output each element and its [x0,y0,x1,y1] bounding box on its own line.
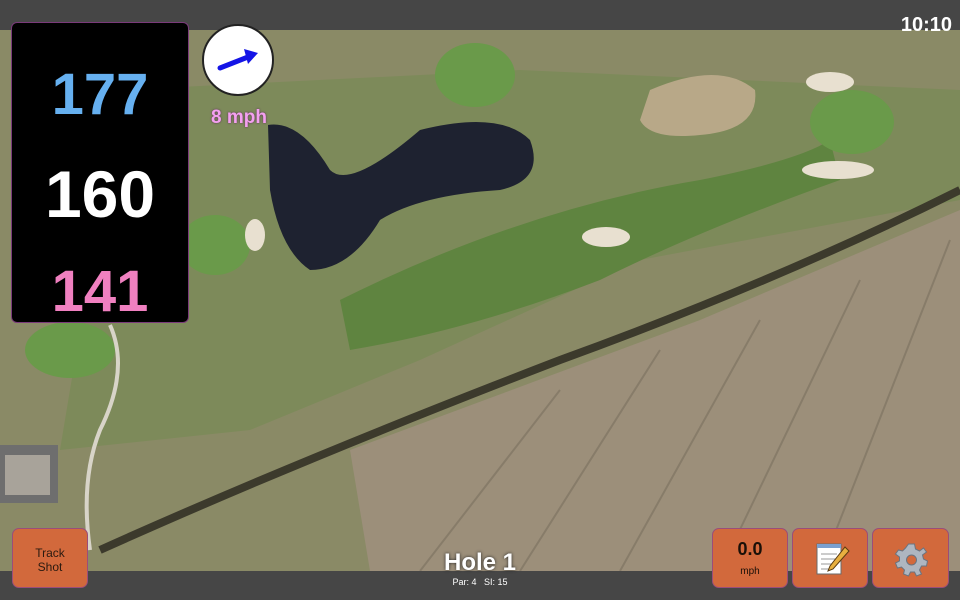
back-distance: 177 [51,62,149,127]
gear-icon [894,543,929,577]
speed-unit: mph [740,566,760,577]
notepad-icon [816,543,850,575]
notes-button[interactable] [792,528,868,588]
si-label: SI: 15 [484,577,508,587]
settings-button[interactable] [872,528,949,588]
clock: 10:10 [900,14,952,36]
track-shot-label-line1: Track [35,546,65,560]
middle-distance: 160 [44,157,156,231]
speed-value: 0.0 [737,539,763,559]
hole-title: Hole 1 [443,549,517,576]
track-shot-button[interactable]: Track Shot [12,528,88,588]
front-distance: 141 [51,259,149,324]
wind-indicator [202,24,274,96]
wind-speed-label: 8 mph [211,107,267,128]
hole-info: Par: 4 SI: 15 [380,577,580,587]
par-label: Par: 4 [452,577,477,587]
arrow-right-icon [217,49,258,71]
distance-panel: 177 160 141 [11,22,189,324]
track-shot-label-line2: Shot [37,560,63,574]
shot-speed-button[interactable]: 0.0 mph [712,528,788,588]
